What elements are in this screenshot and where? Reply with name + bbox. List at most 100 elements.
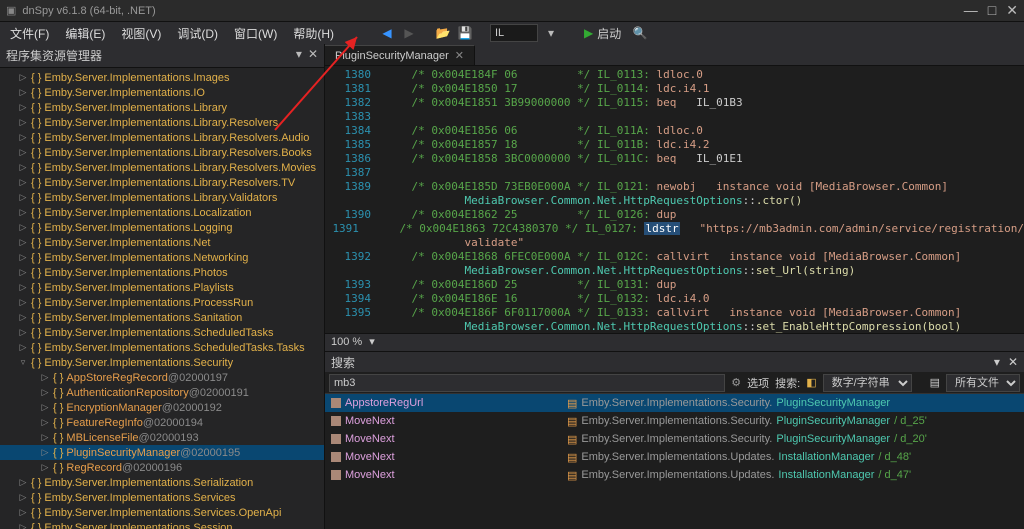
- panel-close-icon[interactable]: ✕: [308, 47, 318, 61]
- panel-dropdown-icon[interactable]: ▾: [296, 47, 302, 61]
- search-type-dropdown[interactable]: 数字/字符串: [823, 374, 912, 392]
- tree-node[interactable]: ▷{ }Emby.Server.Implementations.Session: [0, 520, 324, 529]
- play-icon: ▶: [584, 26, 593, 40]
- tree-node[interactable]: ▷{ }Emby.Server.Implementations.Playlist…: [0, 280, 324, 295]
- tree-node[interactable]: ▷{ }EncryptionManager @02000192: [0, 400, 324, 415]
- menubar: 文件(F) 编辑(E) 视图(V) 调试(D) 窗口(W) 帮助(H) ◀ ▶ …: [0, 22, 1024, 44]
- dropdown-icon[interactable]: ▾: [542, 24, 560, 42]
- code-line[interactable]: 1387: [325, 166, 1024, 180]
- zoom-dropdown-icon[interactable]: ▾: [369, 336, 375, 348]
- code-line[interactable]: 1386 /* 0x004E1858 3BC0000000 */ IL_011C…: [325, 152, 1024, 166]
- tab-close-icon[interactable]: ✕: [455, 49, 464, 62]
- search-results[interactable]: AppstoreRegUrl ▤Emby.Server.Implementati…: [325, 394, 1024, 529]
- search-result-row[interactable]: MoveNext ▤Emby.Server.Implementations.Se…: [325, 430, 1024, 448]
- code-line[interactable]: 1391 /* 0x004E1863 72C4380370 */ IL_0127…: [325, 222, 1024, 236]
- close-button[interactable]: ✕: [1006, 2, 1018, 19]
- nav-back-icon[interactable]: ◀: [378, 24, 396, 42]
- tree-node[interactable]: ▷{ }Emby.Server.Implementations.Services…: [0, 505, 324, 520]
- tree-node[interactable]: ▷{ }Emby.Server.Implementations.Localiza…: [0, 205, 324, 220]
- code-line[interactable]: MediaBrowser.Common.Net.HttpRequestOptio…: [325, 320, 1024, 333]
- tree-node[interactable]: ▷{ }AppStoreRegRecord @02000197: [0, 370, 324, 385]
- search-panel-title: 搜索: [331, 354, 355, 371]
- menu-file[interactable]: 文件(F): [4, 23, 55, 44]
- main-area: 程序集资源管理器 ▾ ✕ ▷{ }Emby.Server.Implementat…: [0, 44, 1024, 529]
- code-line[interactable]: validate": [325, 236, 1024, 250]
- tab-pluginsecuritymanager[interactable]: PluginSecurityManager ✕: [325, 45, 475, 65]
- code-line[interactable]: 1385 /* 0x004E1857 18 */ IL_011B: ldc.i4…: [325, 138, 1024, 152]
- assembly-explorer-title: 程序集资源管理器 ▾ ✕: [0, 44, 324, 68]
- search-result-row[interactable]: MoveNext ▤Emby.Server.Implementations.Se…: [325, 412, 1024, 430]
- menu-window[interactable]: 窗口(W): [228, 23, 283, 44]
- search-panel-close-icon[interactable]: ✕: [1008, 355, 1018, 369]
- titlebar: ▣ dnSpy v6.1.8 (64-bit, .NET) — □ ✕: [0, 0, 1024, 22]
- tree-node[interactable]: ▷{ }AuthenticationRepository @02000191: [0, 385, 324, 400]
- code-line[interactable]: 1380 /* 0x004E184F 06 */ IL_0113: ldloc.…: [325, 68, 1024, 82]
- code-line[interactable]: 1390 /* 0x004E1862 25 */ IL_0126: dup: [325, 208, 1024, 222]
- editor-tabbar: PluginSecurityManager ✕: [325, 44, 1024, 66]
- tree-node[interactable]: ▷{ }Emby.Server.Implementations.Library.…: [0, 145, 324, 160]
- tree-node[interactable]: ▷{ }Emby.Server.Implementations.Photos: [0, 265, 324, 280]
- tree-node[interactable]: ▷{ }Emby.Server.Implementations.Serializ…: [0, 475, 324, 490]
- code-line[interactable]: 1394 /* 0x004E186E 16 */ IL_0132: ldc.i4…: [325, 292, 1024, 306]
- tree-node[interactable]: ▷{ }Emby.Server.Implementations.Schedule…: [0, 325, 324, 340]
- language-selector[interactable]: [490, 24, 538, 42]
- code-line[interactable]: 1382 /* 0x004E1851 3B99000000 */ IL_0115…: [325, 96, 1024, 110]
- tree-node[interactable]: ▷{ }Emby.Server.Implementations.Net: [0, 235, 324, 250]
- tree-node[interactable]: ▷{ }Emby.Server.Implementations.Logging: [0, 220, 324, 235]
- search-icon[interactable]: 🔍: [631, 24, 649, 42]
- code-line[interactable]: 1395 /* 0x004E186F 6F0117000A */ IL_0133…: [325, 306, 1024, 320]
- tree-node[interactable]: ▷{ }Emby.Server.Implementations.Networki…: [0, 250, 324, 265]
- tree-node[interactable]: ▷{ }Emby.Server.Implementations.IO: [0, 85, 324, 100]
- tree-node[interactable]: ▷{ }Emby.Server.Implementations.Library.…: [0, 190, 324, 205]
- code-line[interactable]: 1383: [325, 110, 1024, 124]
- options-icon[interactable]: ⚙: [731, 376, 741, 389]
- tree-node[interactable]: ▷{ }Emby.Server.Implementations.Images: [0, 70, 324, 85]
- search-panel-dropdown-icon[interactable]: ▾: [994, 355, 1000, 369]
- tree-node[interactable]: ▷{ }PluginSecurityManager @02000195: [0, 445, 324, 460]
- code-statusbar: 100 % ▾: [325, 333, 1024, 351]
- app-icon: ▣: [6, 4, 16, 17]
- tree-node[interactable]: ▷{ }Emby.Server.Implementations.Library.…: [0, 160, 324, 175]
- code-line[interactable]: 1381 /* 0x004E1850 17 */ IL_0114: ldc.i4…: [325, 82, 1024, 96]
- tree-node[interactable]: ▷{ }Emby.Server.Implementations.Library.…: [0, 130, 324, 145]
- code-editor[interactable]: 1380 /* 0x004E184F 06 */ IL_0113: ldloc.…: [325, 66, 1024, 333]
- code-line[interactable]: 1393 /* 0x004E186D 25 */ IL_0131: dup: [325, 278, 1024, 292]
- search-label: 搜索:: [775, 375, 800, 391]
- minimize-button[interactable]: —: [964, 2, 978, 19]
- tree-node[interactable]: ▷{ }Emby.Server.Implementations.Services: [0, 490, 324, 505]
- code-line[interactable]: MediaBrowser.Common.Net.HttpRequestOptio…: [325, 194, 1024, 208]
- code-line[interactable]: 1384 /* 0x004E1856 06 */ IL_011A: ldloc.…: [325, 124, 1024, 138]
- scope-icon: ▤: [930, 376, 940, 389]
- code-line[interactable]: MediaBrowser.Common.Net.HttpRequestOptio…: [325, 264, 1024, 278]
- options-label[interactable]: 选项: [747, 375, 769, 391]
- assembly-tree[interactable]: ▷{ }Emby.Server.Implementations.Images▷{…: [0, 68, 324, 529]
- tree-node[interactable]: ▷{ }Emby.Server.Implementations.ProcessR…: [0, 295, 324, 310]
- search-result-row[interactable]: MoveNext ▤Emby.Server.Implementations.Up…: [325, 448, 1024, 466]
- tree-node[interactable]: ▷{ }Emby.Server.Implementations.Library: [0, 100, 324, 115]
- assembly-explorer: 程序集资源管理器 ▾ ✕ ▷{ }Emby.Server.Implementat…: [0, 44, 325, 529]
- search-scope-dropdown[interactable]: 所有文件: [946, 374, 1020, 392]
- tree-node[interactable]: ▷{ }Emby.Server.Implementations.Library.…: [0, 175, 324, 190]
- search-result-row[interactable]: MoveNext ▤Emby.Server.Implementations.Up…: [325, 466, 1024, 484]
- tree-node[interactable]: ▷{ }RegRecord @02000196: [0, 460, 324, 475]
- nav-forward-icon[interactable]: ▶: [400, 24, 418, 42]
- code-line[interactable]: 1392 /* 0x004E1868 6FEC0E000A */ IL_012C…: [325, 250, 1024, 264]
- menu-view[interactable]: 视图(V): [115, 23, 167, 44]
- search-result-row[interactable]: AppstoreRegUrl ▤Emby.Server.Implementati…: [325, 394, 1024, 412]
- tree-node[interactable]: ▷{ }Emby.Server.Implementations.Sanitati…: [0, 310, 324, 325]
- search-input[interactable]: [329, 374, 725, 392]
- tree-node[interactable]: ▷{ }Emby.Server.Implementations.Schedule…: [0, 340, 324, 355]
- tree-node[interactable]: ▷{ }Emby.Server.Implementations.Library.…: [0, 115, 324, 130]
- tree-node[interactable]: ▷{ }MBLicenseFile @02000193: [0, 430, 324, 445]
- code-line[interactable]: 1389 /* 0x004E185D 73EB0E000A */ IL_0121…: [325, 180, 1024, 194]
- search-panel: 搜索 ▾ ✕ ⚙ 选项 搜索: ◧ 数字/字符串 ▤ 所有文件 Appstore…: [325, 351, 1024, 529]
- save-icon[interactable]: 💾: [456, 24, 474, 42]
- menu-debug[interactable]: 调试(D): [171, 23, 224, 44]
- open-icon[interactable]: 📂: [434, 24, 452, 42]
- tree-node[interactable]: ▿{ }Emby.Server.Implementations.Security: [0, 355, 324, 370]
- menu-help[interactable]: 帮助(H): [287, 23, 340, 44]
- maximize-button[interactable]: □: [988, 2, 996, 19]
- tree-node[interactable]: ▷{ }FeatureRegInfo @02000194: [0, 415, 324, 430]
- menu-edit[interactable]: 编辑(E): [59, 23, 111, 44]
- start-button[interactable]: ▶ 启动: [578, 25, 627, 42]
